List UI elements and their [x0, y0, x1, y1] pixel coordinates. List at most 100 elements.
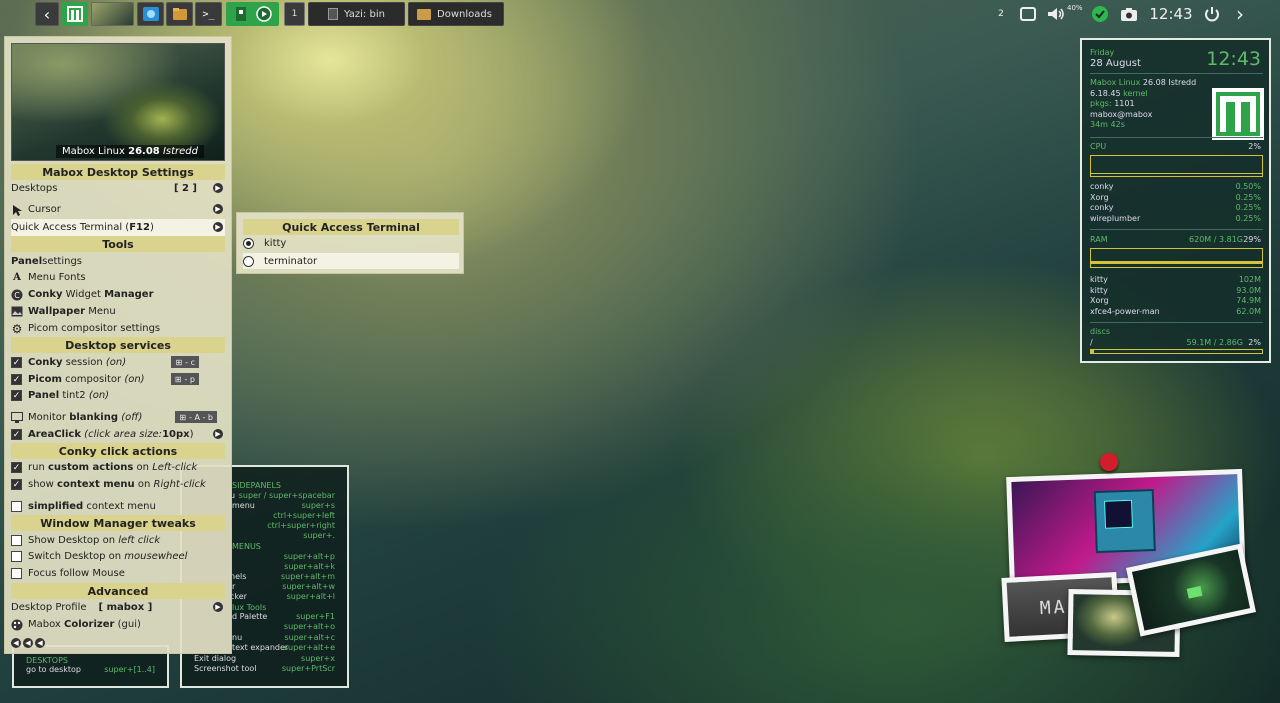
cpu-process-name: Xorg: [1090, 192, 1109, 202]
keys-shortcut: super+F1: [296, 612, 335, 621]
super-key-icon: ⊞: [179, 412, 187, 422]
keys-label: menu: [232, 501, 255, 510]
terminal-launcher-icon[interactable]: >_: [195, 2, 222, 26]
menu-item-desktops[interactable]: Desktops [ 2 ] ▶: [11, 180, 225, 197]
file-manager-launcher-icon[interactable]: [166, 2, 193, 26]
back-button[interactable]: ‹: [35, 2, 59, 26]
mem-process-name: xfce4-power-man: [1090, 306, 1160, 316]
option-terminator[interactable]: terminator: [243, 253, 459, 269]
cpu-label: CPU: [1090, 142, 1107, 151]
power-icon[interactable]: [1201, 4, 1223, 24]
workspace-indicator[interactable]: 1: [284, 2, 305, 26]
checkbox-checked-icon: ✓: [11, 374, 22, 385]
task-downloads-label: Downloads: [437, 8, 492, 20]
menu-item-panel-settings[interactable]: Panel settings: [11, 253, 225, 270]
keys-shortcut: super+alt+e: [283, 643, 335, 652]
section-wm-tweaks: Window Manager tweaks: [11, 515, 225, 531]
toggle-show-desktop[interactable]: Show Desktop on left click: [11, 532, 225, 549]
update-ok-icon[interactable]: [1090, 4, 1110, 24]
conky-day: Friday: [1090, 48, 1115, 57]
mem-process-name: kitty: [1090, 275, 1108, 284]
keys-shortcut: super+.: [303, 531, 335, 540]
clock[interactable]: 12:43: [1148, 4, 1194, 24]
toggle-custom-actions[interactable]: ✓ run custom actions on Left-click: [11, 459, 225, 476]
keys-desktops-heading: DESKTOPS: [26, 656, 69, 665]
section-desktop-settings: Mabox Desktop Settings: [11, 164, 225, 180]
svg-text:C: C: [14, 291, 20, 300]
keys-shortcut: super / super+spacebar: [238, 491, 335, 500]
toggle-context-menu[interactable]: ✓ show context menu on Right-click: [11, 476, 225, 493]
qat-label: Quick Access Terminal (F12): [11, 222, 154, 233]
app-launcher-group-icon[interactable]: [226, 2, 279, 26]
back-arrow-icon[interactable]: ◀: [35, 637, 45, 648]
photo-collage-widget[interactable]: MAB: [1000, 453, 1260, 660]
gear-icon: ⚙: [11, 321, 23, 336]
keys-shortcut: super+alt+m: [281, 572, 335, 581]
mem-process-value: 102M: [1238, 275, 1261, 284]
keys-label: nels: [230, 572, 247, 581]
terminal-icon: [328, 8, 339, 20]
toggle-focus-follow-mouse[interactable]: Focus follow Mouse: [11, 565, 225, 582]
back-arrow-icon[interactable]: ◀: [11, 637, 21, 648]
folder-icon: [417, 8, 431, 20]
checkbox-checked-icon: ✓: [11, 429, 22, 440]
conky-uptime: 34m 42s: [1090, 120, 1125, 129]
conky-icon: C: [11, 289, 23, 301]
conky-user: mabox@mabox: [1090, 110, 1153, 119]
menu-item-quick-access-terminal[interactable]: Quick Access Terminal (F12) ▶: [11, 219, 225, 236]
task-yazi-label: Yazi: bin: [344, 8, 385, 20]
toggle-simplified-menu[interactable]: simplified context menu: [11, 498, 225, 515]
cpu-graph: [1090, 155, 1263, 177]
keys-label: text expander: [232, 643, 289, 652]
menu-item-cursor[interactable]: Cursor ▶: [11, 201, 225, 218]
cpu-process-value: 0.25%: [1235, 192, 1261, 202]
camera-icon[interactable]: [1118, 4, 1140, 24]
image-icon: [11, 306, 23, 318]
toggle-panel-tint2[interactable]: ✓ Panel tint2 (on): [11, 387, 225, 404]
top-panel: ‹ >_ 1 Yazi: bin Downloads 2 40% 12:43 ›: [0, 0, 1280, 28]
menu-item-colorizer[interactable]: Mabox Colorizer (gui): [11, 616, 225, 633]
menu-item-areaclick[interactable]: ✓ AreaClick (click area size: 10px) ▶: [11, 426, 225, 443]
checkbox-checked-icon: ✓: [11, 390, 22, 401]
conky-os: Mabox Linux 26.08 Istredd: [1090, 78, 1197, 87]
task-yazi[interactable]: Yazi: bin: [308, 2, 405, 26]
font-icon: A: [13, 272, 21, 283]
mem-process-name: Xorg: [1090, 296, 1109, 305]
mabox-logo-icon[interactable]: [62, 2, 88, 26]
radio-unselected-icon: [243, 255, 254, 267]
mem-process-value: 74.9M: [1236, 296, 1261, 305]
ram-bar-fill: [1091, 261, 1262, 264]
screen-icon[interactable]: [1018, 4, 1038, 24]
cpu-process-value: 0.25%: [1235, 213, 1261, 223]
toggle-picom[interactable]: ✓ Picom compositor (on) ⊞ - p: [11, 371, 225, 388]
chevron-right-icon[interactable]: ›: [1230, 2, 1250, 26]
menu-item-conky-manager[interactable]: C Conky Widget Manager: [11, 286, 225, 303]
menu-item-desktop-profile[interactable]: Desktop Profile [ mabox ] ▶: [11, 599, 225, 616]
super-key-icon: ⊞: [175, 357, 183, 367]
task-downloads[interactable]: Downloads: [408, 2, 504, 26]
disk-percent: 2%: [1248, 338, 1261, 347]
cpu-process-name: conky: [1090, 182, 1114, 191]
option-kitty[interactable]: kitty: [243, 235, 459, 251]
conky-widget[interactable]: Friday 28 August 12:43 Mabox Linux 26.08…: [1080, 38, 1271, 363]
menu-item-menu-fonts[interactable]: A Menu Fonts: [11, 269, 225, 286]
conky-time: 12:43: [1206, 48, 1261, 70]
tray-workspace[interactable]: 2: [994, 4, 1008, 24]
toggle-conky-session[interactable]: ✓ Conky session (on) ⊞ - c: [11, 354, 225, 371]
submenu-title: Quick Access Terminal: [243, 219, 459, 235]
keys-label: go to desktop: [26, 665, 81, 674]
cpu-process-name: wireplumber: [1090, 213, 1141, 223]
toggle-switch-desktop[interactable]: Switch Desktop on mousewheel: [11, 548, 225, 565]
caption-version: 26.08: [128, 146, 160, 157]
menu-item-wallpaper[interactable]: Wallpaper Menu: [11, 303, 225, 320]
ram-used: 620M / 3.81G: [1189, 235, 1243, 244]
wallpaper-launcher-icon[interactable]: [91, 2, 134, 26]
menu-item-picom-settings[interactable]: ⚙ Picom compositor settings: [11, 320, 225, 337]
toggle-monitor-blanking[interactable]: Monitor blanking (off) ⊞ - A - b: [11, 409, 225, 426]
back-arrow-icon[interactable]: ◀: [23, 637, 33, 648]
pin-icon: [1100, 453, 1118, 471]
browser-launcher-icon[interactable]: [137, 2, 164, 26]
shortcut-badge: ⊞ - c: [171, 356, 199, 368]
volume-icon[interactable]: 40%: [1046, 4, 1083, 24]
keys-shortcut: super+alt+l: [286, 592, 335, 601]
